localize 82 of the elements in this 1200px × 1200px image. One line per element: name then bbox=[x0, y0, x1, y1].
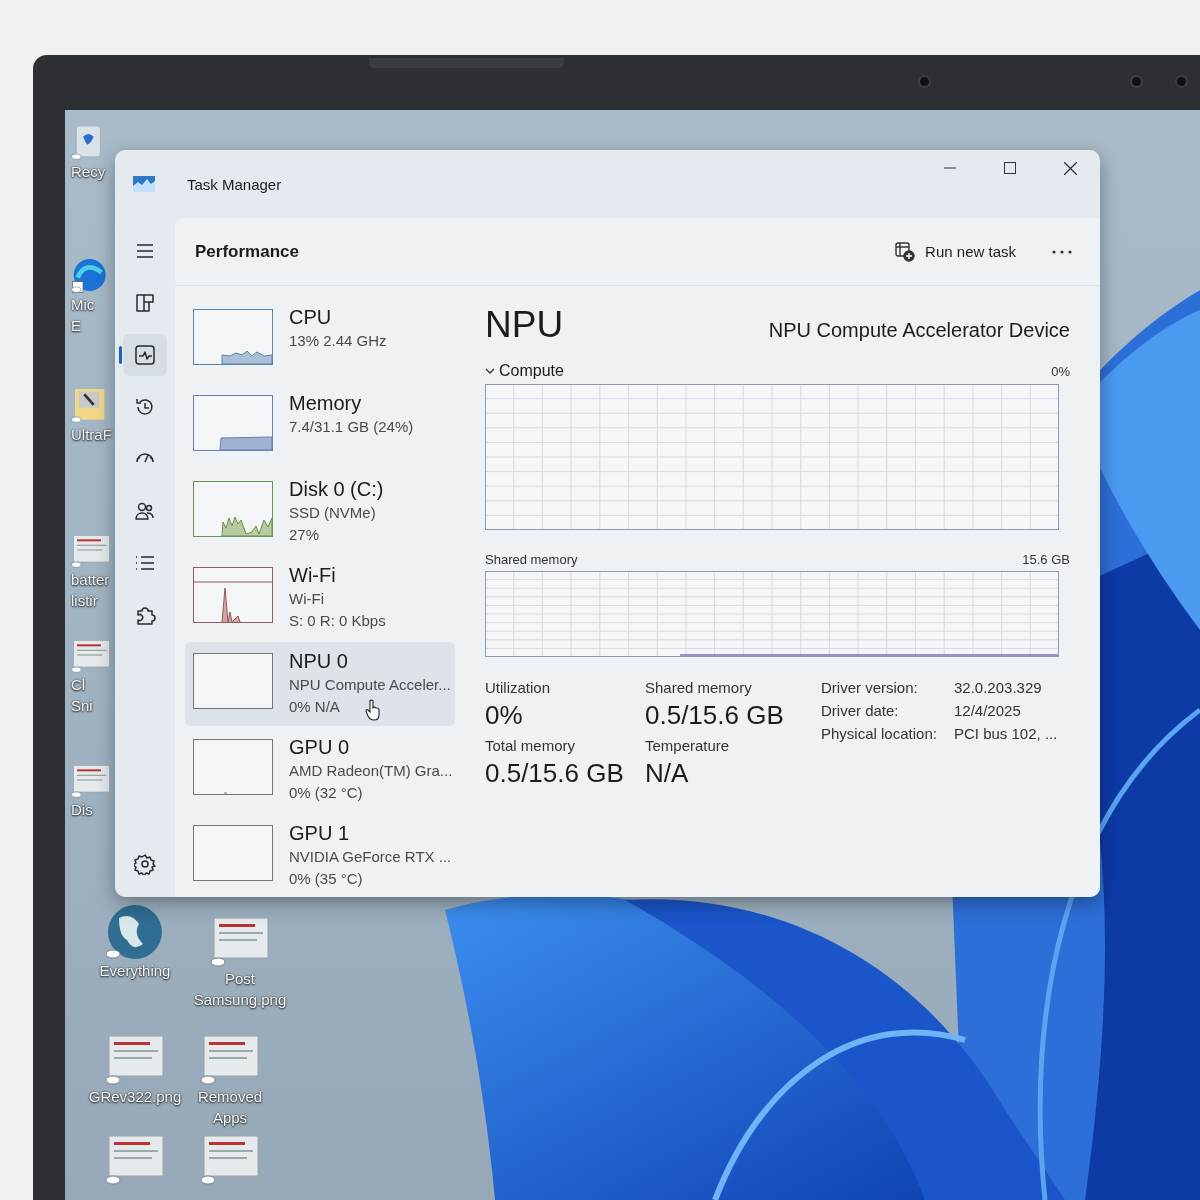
graph-max-label: 0% bbox=[1051, 363, 1070, 379]
grid-icon bbox=[134, 292, 156, 314]
device-name: Wi-Fi bbox=[289, 563, 336, 587]
device-name: NPU 0 bbox=[289, 649, 348, 673]
desktop-icon-label[interactable]: E bbox=[71, 314, 81, 336]
desktop-icon-label[interactable]: Sni bbox=[71, 694, 93, 716]
stat-label: Temperature bbox=[645, 737, 731, 754]
device-detail: 13% 2.44 GHz bbox=[289, 331, 387, 351]
camera-icon bbox=[1175, 75, 1188, 88]
desktop-icon-label[interactable]: listir bbox=[71, 589, 98, 611]
graph-max-label: 15.6 GB bbox=[1022, 552, 1070, 567]
desktop-icon-label[interactable]: GRev322.png bbox=[88, 1086, 182, 1107]
camera-icon bbox=[918, 75, 931, 88]
run-new-task-button[interactable]: Run new task bbox=[887, 235, 1024, 268]
device-list-item[interactable]: Memory 7.4/31.1 GB (24%) bbox=[185, 384, 455, 468]
stat-label: Shared memory bbox=[645, 679, 753, 696]
stat-value: 0.5/15.6 GB bbox=[485, 758, 625, 789]
device-name: Memory bbox=[289, 391, 362, 415]
device-detail: 7.4/31.1 GB (24%) bbox=[289, 417, 414, 437]
desktop-icon-label[interactable]: Dis bbox=[71, 798, 93, 820]
globe-icon[interactable] bbox=[105, 902, 165, 960]
stat-value: 0% bbox=[485, 700, 524, 731]
device-detail: NVIDIA GeForce RTX ... bbox=[289, 847, 452, 867]
users-icon bbox=[134, 500, 156, 522]
device-detail: 0% (32 °C) bbox=[289, 783, 363, 803]
new-window-icon bbox=[895, 241, 916, 262]
desktop-icon-label[interactable]: Everything bbox=[99, 960, 171, 981]
device-name: Disk 0 (C:) bbox=[289, 477, 384, 501]
compute-dropdown[interactable]: Compute bbox=[485, 362, 564, 380]
desktop-icon-label[interactable]: UltraF bbox=[71, 423, 112, 445]
desktop-icon-label[interactable]: Apps bbox=[212, 1107, 248, 1128]
desktop-icon-label[interactable]: Removed bbox=[197, 1086, 263, 1107]
device-detail: SSD (NVMe) bbox=[289, 503, 376, 523]
device-name: CPU bbox=[289, 305, 332, 329]
app-icon bbox=[133, 176, 155, 192]
chevron-icon bbox=[485, 367, 495, 375]
device-detail: 0% (35 °C) bbox=[289, 869, 363, 889]
settings-icon bbox=[134, 853, 156, 875]
puzzle-icon bbox=[134, 604, 156, 626]
window-title: Task Manager bbox=[187, 175, 282, 193]
device-list-item[interactable]: Wi-Fi Wi-Fi S: 0 R: 0 Kbps bbox=[185, 556, 455, 640]
info-value: 12/4/2025 bbox=[954, 702, 1022, 719]
device-detail: 27% bbox=[289, 525, 320, 545]
device-list-item[interactable]: GPU 1 NVIDIA GeForce RTX ... 0% (35 °C) bbox=[185, 814, 455, 897]
camera-icon bbox=[1130, 75, 1143, 88]
more-icon bbox=[1052, 249, 1072, 254]
minimize-icon bbox=[944, 167, 956, 169]
close-icon bbox=[1063, 161, 1077, 175]
device-list-item[interactable]: NPU 0 NPU Compute Acceler... 0% N/A bbox=[185, 642, 455, 726]
stat-value: 0.5/15.6 GB bbox=[645, 700, 785, 731]
stat-label: Utilization bbox=[485, 679, 552, 696]
info-value: 32.0.203.329 bbox=[954, 679, 1043, 696]
info-label: Driver date: bbox=[821, 702, 900, 719]
device-detail: S: 0 R: 0 Kbps bbox=[289, 611, 386, 631]
device-detail: Wi-Fi bbox=[289, 589, 324, 609]
desktop-icon-label[interactable]: Post bbox=[225, 968, 255, 989]
desktop-icon-label[interactable]: Samsung.png bbox=[193, 989, 287, 1010]
info-label: Physical location: bbox=[821, 725, 938, 742]
maximize-icon bbox=[1004, 162, 1016, 174]
device-list-item[interactable]: GPU 0 AMD Radeon(TM) Gra... 0% (32 °C) bbox=[185, 728, 455, 812]
stat-value: N/A bbox=[645, 758, 690, 789]
desktop-icon-label[interactable]: batter bbox=[71, 568, 110, 590]
device-list-item[interactable]: Disk 0 (C:) SSD (NVMe) 27% bbox=[185, 470, 455, 554]
device-name: GPU 0 bbox=[289, 735, 350, 759]
device-detail: AMD Radeon(TM) Gra... bbox=[289, 761, 453, 781]
device-list-item[interactable]: CPU 13% 2.44 GHz bbox=[185, 298, 455, 382]
page-title: Performance bbox=[195, 241, 299, 262]
hand-cursor-icon bbox=[365, 699, 381, 721]
device-title: NPU bbox=[485, 304, 564, 346]
device-full-name: NPU Compute Accelerator Device bbox=[768, 319, 1070, 342]
desktop-icon-label[interactable]: Cl bbox=[71, 673, 86, 695]
desktop-icon-label[interactable]: Recy bbox=[71, 160, 106, 182]
history-icon bbox=[134, 396, 156, 418]
device-name: GPU 1 bbox=[289, 821, 350, 845]
graph-label: Shared memory bbox=[485, 552, 578, 567]
stat-label: Total memory bbox=[485, 737, 577, 754]
device-detail: 0% N/A bbox=[289, 697, 340, 717]
info-value: PCI bus 102, ... bbox=[954, 725, 1058, 742]
activity-icon bbox=[134, 344, 156, 366]
desktop-icon-label[interactable]: Mic bbox=[71, 293, 95, 315]
device-detail: NPU Compute Acceler... bbox=[289, 675, 451, 695]
info-label: Driver version: bbox=[821, 679, 919, 696]
